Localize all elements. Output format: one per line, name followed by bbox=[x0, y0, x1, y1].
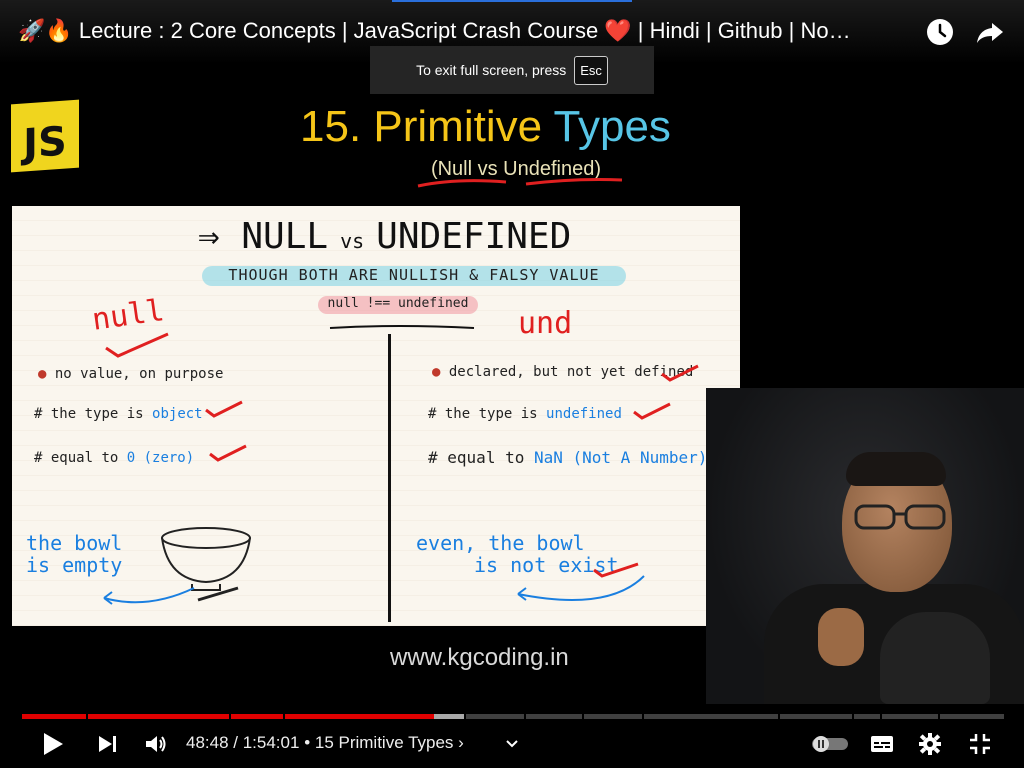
check-icon bbox=[105, 332, 169, 358]
heading-null: NULL bbox=[241, 216, 329, 257]
chapter-marker bbox=[464, 714, 466, 719]
chapter-marker bbox=[229, 714, 231, 719]
autoplay-toggle[interactable] bbox=[810, 728, 850, 760]
next-icon bbox=[99, 736, 116, 752]
right-bullet-3: # equal to NaN (Not A Number) bbox=[428, 448, 708, 467]
fullscreen-toast: To exit full screen, press Esc bbox=[370, 46, 654, 94]
volume-icon bbox=[146, 736, 166, 752]
check-icon bbox=[205, 400, 243, 418]
strict-compare-tag: null !== undefined bbox=[318, 296, 478, 314]
video-frame[interactable]: JS 15. Primitive Types (Null vs Undefine… bbox=[0, 64, 1024, 704]
settings-button[interactable] bbox=[914, 728, 946, 760]
gear-icon bbox=[919, 733, 941, 755]
right-bullet-2: # the type is undefined bbox=[428, 406, 622, 422]
clock-icon[interactable] bbox=[924, 16, 956, 48]
left-bullet-2: # the type is object bbox=[34, 406, 203, 422]
volume-button[interactable] bbox=[140, 728, 172, 760]
toast-text: To exit full screen, press bbox=[416, 62, 567, 78]
top-accent-line bbox=[392, 0, 632, 2]
chapter-marker bbox=[778, 714, 780, 719]
chapter-marker bbox=[582, 714, 584, 719]
right-note: even, the bowl is not exist bbox=[416, 531, 619, 577]
chevron-down-icon bbox=[506, 740, 518, 748]
chapter-marker bbox=[938, 714, 940, 719]
check-icon bbox=[209, 444, 247, 462]
chapter-marker bbox=[880, 714, 882, 719]
exit-fullscreen-button[interactable] bbox=[964, 728, 996, 760]
subtitle-underline bbox=[417, 178, 623, 188]
right-label: und bbox=[518, 306, 573, 341]
duration: 1:54:01 bbox=[242, 733, 300, 752]
slide-title-word1: Primitive bbox=[373, 102, 543, 151]
chapter-marker bbox=[283, 714, 285, 719]
left-bullet-3: # equal to 0 (zero) bbox=[34, 450, 195, 466]
right-bullet-1: ● declared, but not yet defined bbox=[432, 364, 694, 380]
heading-vs: vs bbox=[340, 229, 365, 253]
whiteboard: ⇒ NULL vs UNDEFINED THOUGH BOTH ARE NULLIS… bbox=[12, 206, 740, 626]
presenter-fist bbox=[818, 608, 864, 666]
progress-played bbox=[22, 714, 434, 719]
progress-buffer bbox=[434, 714, 464, 719]
video-title[interactable]: 🚀🔥 Lecture : 2 Core Concepts | JavaScrip… bbox=[18, 18, 918, 48]
chapter-marker bbox=[86, 714, 88, 719]
heading-undefined: UNDEFINED bbox=[376, 216, 572, 257]
microphone bbox=[880, 612, 990, 704]
slide-title-word2: Types bbox=[553, 102, 671, 151]
js-logo: JS bbox=[11, 99, 79, 173]
chapters-dropdown[interactable] bbox=[500, 728, 524, 760]
board-divider bbox=[388, 334, 391, 622]
autoplay-icon bbox=[812, 736, 848, 752]
time-display: 48:48 / 1:54:01 • 15 Primitive Types › bbox=[186, 733, 464, 752]
esc-key: Esc bbox=[574, 55, 608, 85]
current-time: 48:48 bbox=[186, 733, 229, 752]
arrow-icon bbox=[103, 587, 195, 605]
arrow-icon bbox=[517, 575, 645, 601]
chapter-title[interactable]: • 15 Primitive Types bbox=[304, 733, 453, 752]
chapter-marker bbox=[524, 714, 526, 719]
play-icon bbox=[44, 733, 63, 755]
exit-fullscreen-icon bbox=[970, 734, 990, 754]
subtitles-button[interactable] bbox=[866, 728, 898, 760]
check-icon bbox=[633, 402, 671, 420]
play-button[interactable] bbox=[36, 728, 70, 760]
chevron-right-icon[interactable]: › bbox=[458, 733, 464, 752]
glasses-icon bbox=[854, 504, 946, 530]
slide-title: 15. Primitive Types bbox=[300, 102, 730, 152]
next-button[interactable] bbox=[92, 728, 124, 760]
nullish-falsy-tag: THOUGH BOTH ARE NULLISH & FALSY VALUE bbox=[202, 266, 626, 286]
board-heading: ⇒ NULL vs UNDEFINED bbox=[198, 216, 618, 260]
share-icon[interactable] bbox=[974, 16, 1006, 48]
check-icon bbox=[661, 364, 699, 382]
left-note: the bowl is empty bbox=[26, 531, 123, 577]
left-bullet-1: ● no value, on purpose bbox=[38, 366, 224, 382]
slide-title-number: 15. bbox=[300, 102, 362, 151]
subtitles-icon bbox=[871, 736, 893, 752]
chapter-marker bbox=[642, 714, 644, 719]
presenter-hair bbox=[846, 452, 946, 486]
divider-scribble bbox=[329, 325, 475, 329]
website-watermark: www.kgcoding.in bbox=[390, 644, 569, 671]
chapter-marker bbox=[852, 714, 854, 719]
arrow-icon: ⇒ bbox=[198, 216, 220, 257]
